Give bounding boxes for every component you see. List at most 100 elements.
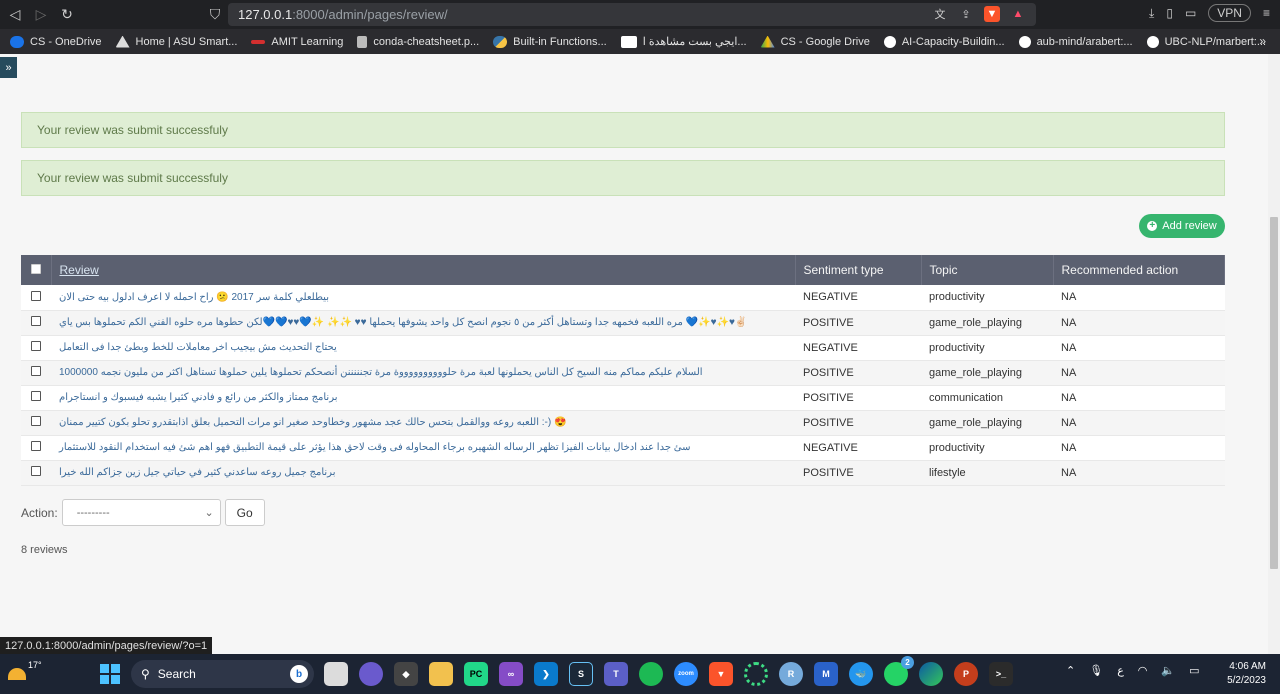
taskbar-search[interactable]: ⚲ Search b bbox=[131, 660, 314, 688]
sentiment-cell: POSITIVE bbox=[803, 416, 854, 429]
terminal-icon[interactable]: >_ bbox=[989, 662, 1013, 686]
review-link[interactable]: بيطلعلي كلمة سر 2017 😕 راح احمله لا اعرف… bbox=[51, 285, 795, 310]
share-icon[interactable]: ⇪ bbox=[958, 6, 974, 22]
success-message: Your review was submit successfuly bbox=[21, 160, 1225, 196]
spotify-icon[interactable] bbox=[639, 662, 663, 686]
action-cell: NA bbox=[1061, 391, 1077, 404]
edge-icon[interactable] bbox=[919, 662, 943, 686]
review-link[interactable]: سئ جدا عند ادخال بيانات الفيزا تظهر الرس… bbox=[51, 435, 795, 460]
temperature: 17° bbox=[28, 660, 42, 670]
select-all-cell bbox=[21, 255, 52, 285]
rewards-icon[interactable]: ▲ bbox=[1010, 6, 1026, 22]
review-link[interactable]: برنامج جميل روعه ساعدني كثير في حياتي جي… bbox=[51, 460, 795, 485]
reload-icon[interactable]: ↻ bbox=[56, 4, 78, 26]
visual-studio-icon[interactable]: ∞ bbox=[499, 662, 523, 686]
action-cell: NA bbox=[1061, 416, 1077, 429]
menu-icon[interactable]: ≡ bbox=[1263, 6, 1270, 20]
scrollbar-thumb[interactable] bbox=[1270, 217, 1278, 569]
bookmark-item[interactable]: CS - OneDrive bbox=[10, 35, 102, 48]
bookmark-item[interactable]: conda-cheatsheet.p... bbox=[357, 35, 479, 48]
success-message: Your review was submit successfuly bbox=[21, 112, 1225, 148]
chat-icon[interactable] bbox=[359, 662, 383, 686]
file-explorer-icon[interactable] bbox=[324, 662, 348, 686]
battery-icon[interactable]: ▭ bbox=[1189, 664, 1199, 677]
python-icon bbox=[493, 35, 508, 48]
unity-icon[interactable]: ◆ bbox=[394, 662, 418, 686]
volume-icon[interactable]: 🔈 bbox=[1161, 664, 1175, 677]
bookmark-item[interactable]: Home | ASU Smart... bbox=[115, 35, 237, 48]
row-checkbox[interactable] bbox=[31, 416, 41, 426]
microphone-icon[interactable]: 🎙 bbox=[1089, 664, 1103, 677]
r-icon[interactable]: R bbox=[779, 662, 803, 686]
row-checkbox[interactable] bbox=[31, 290, 41, 301]
nav-sidebar-toggle[interactable]: » bbox=[0, 57, 17, 78]
download-icon[interactable]: ⤓ bbox=[1149, 6, 1154, 21]
row-checkbox[interactable] bbox=[31, 441, 41, 451]
bookmark-item[interactable]: ايجي بست مشاهدة ا... bbox=[620, 35, 747, 48]
table-row: ✌🏻♥✨♥✨💙 مره اللعبه فخمهه جدا وتستاهل أكث… bbox=[21, 310, 1225, 335]
select-all-checkbox[interactable] bbox=[31, 264, 41, 274]
sentiment-cell: POSITIVE bbox=[803, 466, 854, 479]
language-indicator[interactable]: ع bbox=[1117, 664, 1124, 677]
row-checkbox[interactable] bbox=[31, 366, 41, 376]
brave-icon[interactable]: ▼ bbox=[709, 662, 733, 686]
bookmarks-overflow-icon[interactable]: » bbox=[1259, 34, 1266, 48]
topic-cell: game_role_playing bbox=[929, 316, 1022, 329]
whatsapp-icon[interactable]: 2 bbox=[884, 656, 914, 686]
pycharm-icon[interactable]: PC bbox=[464, 662, 488, 686]
action-cell: NA bbox=[1061, 466, 1077, 479]
go-button[interactable]: Go bbox=[224, 499, 265, 526]
table-row: 😍 (-: اللعبه روعه ووالقمل بتحس حالك عجد … bbox=[21, 410, 1225, 435]
forward-icon[interactable]: ▷ bbox=[30, 4, 52, 26]
vpn-button[interactable]: VPN bbox=[1208, 4, 1251, 22]
sidebar-icon[interactable]: ▯ bbox=[1166, 6, 1173, 20]
chevron-up-icon[interactable]: ⌃ bbox=[1066, 664, 1075, 677]
notification-badge: 2 bbox=[901, 656, 914, 669]
steam-icon[interactable]: S bbox=[569, 662, 593, 686]
translate-icon[interactable]: 文 bbox=[932, 6, 948, 22]
row-checkbox[interactable] bbox=[31, 391, 41, 401]
github-icon bbox=[1018, 35, 1031, 48]
vscode-icon[interactable]: ❯ bbox=[534, 662, 558, 686]
clock[interactable]: 4:06 AM 5/2/2023 bbox=[1218, 660, 1266, 688]
github-icon bbox=[883, 35, 896, 48]
bookmark-item[interactable]: CS - Google Drive bbox=[760, 35, 870, 48]
bookmark-item[interactable]: Built-in Functions... bbox=[493, 35, 607, 48]
row-checkbox[interactable] bbox=[31, 341, 41, 351]
teams-icon[interactable]: T bbox=[604, 662, 628, 686]
scrollbar[interactable] bbox=[1268, 54, 1280, 654]
math-icon[interactable]: M bbox=[814, 662, 838, 686]
address-bar[interactable]: 127.0.0.1:8000/admin/pages/review/ 文 ⇪ ▼… bbox=[228, 3, 1036, 26]
column-review[interactable]: Review bbox=[51, 255, 796, 285]
wifi-icon[interactable]: ◠ bbox=[1138, 664, 1148, 677]
review-link[interactable]: 😍 (-: اللعبه روعه ووالقمل بتحس حالك عجد … bbox=[51, 410, 795, 435]
bookmark-item[interactable]: AMIT Learning bbox=[251, 36, 343, 48]
taskbar: 17° ⚲ Search b ◆ PC ∞ ❯ S T zoom ▼ R M 🐳… bbox=[0, 654, 1280, 694]
start-button[interactable] bbox=[100, 664, 120, 684]
onedrive-icon bbox=[10, 35, 24, 48]
wallet-icon[interactable]: ▭ bbox=[1185, 6, 1196, 20]
bookmark-item[interactable]: aub-mind/arabert:... bbox=[1018, 35, 1133, 48]
row-select-cell bbox=[21, 435, 51, 460]
review-link[interactable]: ✌🏻♥✨♥✨💙 مره اللعبه فخمهه جدا وتستاهل أكث… bbox=[51, 310, 795, 335]
bookmark-icon[interactable]: ⛉ bbox=[204, 4, 226, 26]
action-select[interactable]: --------- ⌄ bbox=[61, 499, 221, 526]
weather-widget[interactable]: 17° bbox=[8, 660, 42, 680]
back-icon[interactable]: ◁ bbox=[4, 4, 26, 26]
review-link[interactable]: يحتاج التحديث مش بيجيب اخر معاملات للخط … bbox=[51, 335, 795, 360]
row-checkbox[interactable] bbox=[31, 316, 41, 326]
browser-toolbar: ◁ ▷ ↻ ⛉ 127.0.0.1:8000/admin/pages/revie… bbox=[0, 0, 1280, 29]
brave-shield-icon[interactable]: ▼ bbox=[984, 6, 1000, 22]
docker-icon[interactable]: 🐳 bbox=[849, 662, 873, 686]
folder-icon[interactable] bbox=[429, 662, 453, 686]
powerpoint-icon[interactable]: P bbox=[954, 662, 978, 686]
bookmark-item[interactable]: UBC-NLP/marbert:... bbox=[1146, 35, 1266, 48]
review-link[interactable]: السلام عليكم مماكم منه السيح كل الناس يح… bbox=[51, 360, 795, 385]
time: 4:06 AM bbox=[1229, 661, 1266, 672]
bookmark-item[interactable]: AI-Capacity-Buildin... bbox=[883, 35, 1005, 48]
spinner-app-icon[interactable] bbox=[744, 662, 768, 686]
add-review-button[interactable]: + Add review bbox=[1139, 214, 1225, 238]
review-link[interactable]: برنامج ممتاز والكثر من رائع و فادني كثير… bbox=[51, 385, 795, 410]
zoom-icon[interactable]: zoom bbox=[674, 662, 698, 686]
row-checkbox[interactable] bbox=[31, 466, 41, 476]
